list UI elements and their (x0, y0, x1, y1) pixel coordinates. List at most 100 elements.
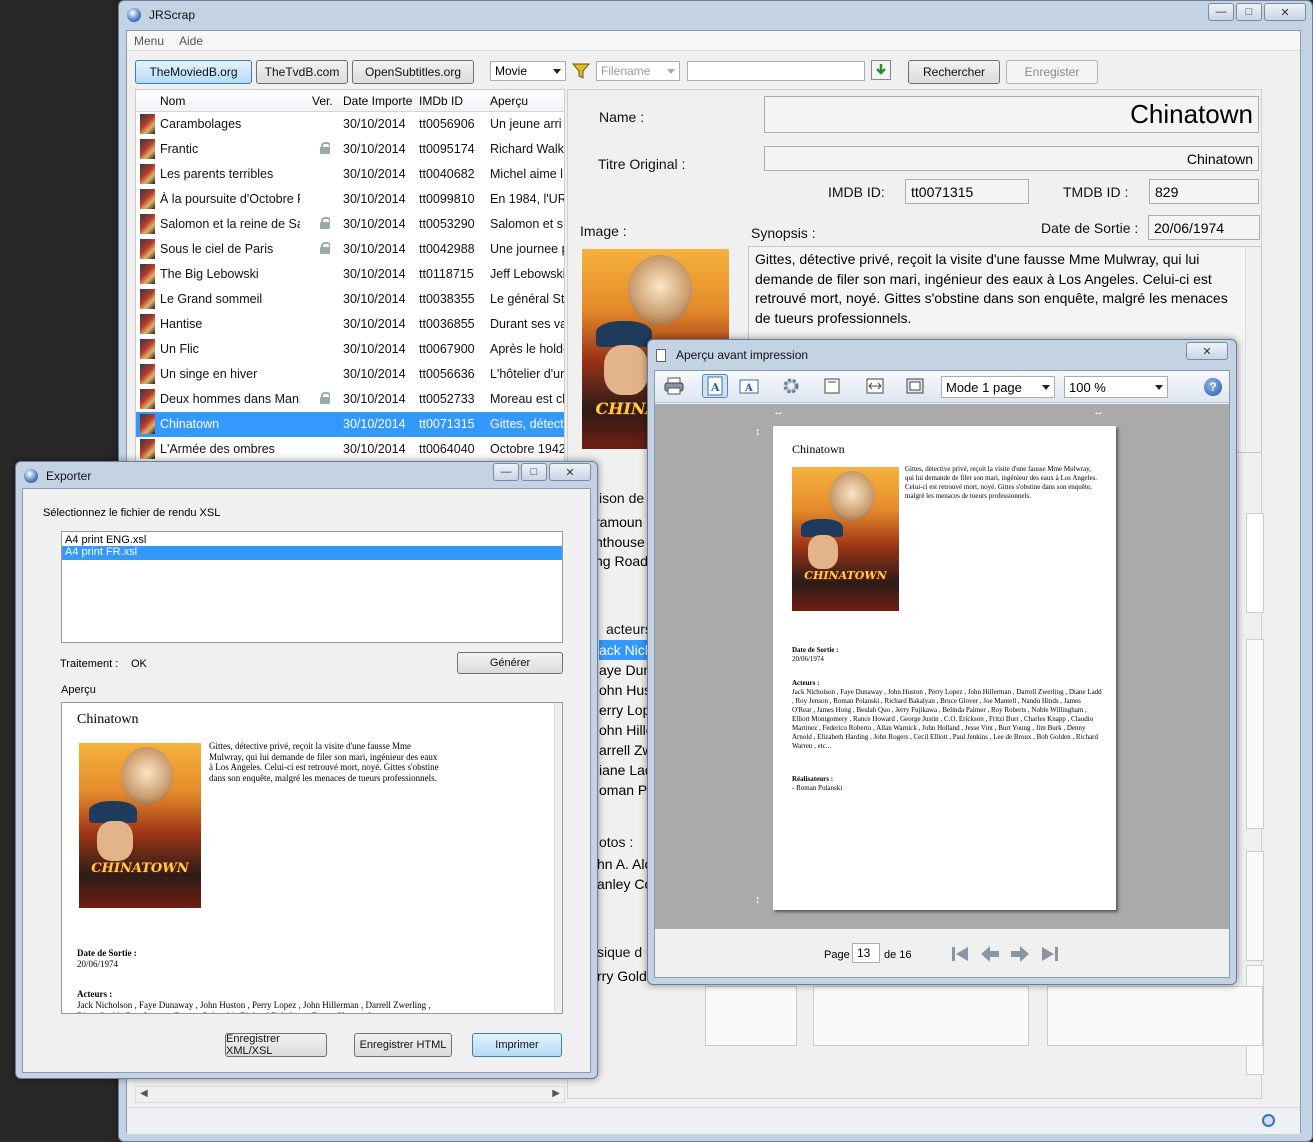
margin-handle-icon[interactable]: ↔ (773, 406, 784, 418)
col-imdb[interactable]: IMDb ID (419, 94, 463, 108)
tab-thetvdb[interactable]: TheTvdB.com (256, 60, 348, 84)
exporter-icon (24, 469, 38, 483)
export-preview-pane[interactable]: Chinatown CHINATOWN Gittes, détective pr… (61, 702, 563, 1014)
save-xml-xsl-button[interactable]: Enregistrer XML/XSL (225, 1033, 327, 1057)
previous-page-icon[interactable] (979, 943, 1001, 965)
release-date-field[interactable]: 20/06/1974 (1148, 215, 1260, 240)
imdb-label: IMDB ID: (828, 184, 885, 200)
col-apercu[interactable]: Aperçu (490, 94, 528, 108)
original-title-field[interactable]: Chinatown (764, 146, 1259, 171)
margin-handle-icon[interactable]: ↔ (1093, 406, 1104, 418)
side-list-right[interactable] (1246, 513, 1264, 613)
image-slot[interactable] (1047, 986, 1263, 1046)
table-row[interactable]: Hantise 30/10/2014 tt0036855 Durant ses va (136, 312, 564, 337)
download-arrow-icon[interactable] (871, 60, 891, 80)
portrait-page-icon[interactable]: A (702, 374, 728, 398)
print-preview-area: ↔ ↔ ↕ ↕ Chinatown CHINATOWN Gittes, déte… (655, 404, 1229, 929)
cell-apercu: Michel aime l (490, 167, 563, 181)
original-title-value: Chinatown (1186, 150, 1253, 167)
settings-gear-icon[interactable] (778, 374, 804, 398)
tab-themoviedb[interactable]: TheMoviedB.org (135, 60, 252, 84)
image-slot[interactable] (1246, 851, 1264, 961)
table-row[interactable]: Carambolages 30/10/2014 tt0056906 Un jeune … (136, 112, 564, 137)
page-number-input[interactable]: 13 (852, 943, 880, 963)
exporter-minimize-button[interactable]: — (493, 463, 519, 481)
generate-button[interactable]: Générer (457, 652, 563, 674)
page-mode-select[interactable]: Mode 1 page (941, 376, 1055, 398)
col-nom[interactable]: Nom (160, 94, 185, 108)
exporter-close-button[interactable]: ✕ (549, 463, 591, 481)
movie-thumbnail (140, 314, 155, 334)
tmdb-label: TMDB ID : (1063, 184, 1129, 200)
svg-text:A: A (710, 381, 720, 394)
menu-item-menu[interactable]: Menu (134, 34, 164, 48)
full-page-icon[interactable] (902, 374, 928, 398)
table-row[interactable]: Les parents terribles 30/10/2014 tt0040682… (136, 162, 564, 187)
help-icon[interactable]: ? (1204, 378, 1222, 396)
fit-page-icon[interactable] (819, 374, 845, 398)
search-input[interactable] (687, 61, 865, 81)
cell-apercu: Un jeune arri (490, 117, 562, 131)
table-row[interactable]: L'Armée des ombres 30/10/2014 tt0064040 Oct… (136, 437, 564, 462)
filter-icon[interactable] (571, 61, 591, 81)
table-row[interactable]: Frantic 30/10/2014 tt0095174 Richard Walk (136, 137, 564, 162)
scroll-right-icon[interactable]: ▶ (552, 1088, 560, 1099)
table-row[interactable]: The Big Lebowski 30/10/2014 tt0118715 Jeff … (136, 262, 564, 287)
save-button[interactable]: Enregister (1006, 60, 1098, 84)
tmdb-field[interactable]: 829 (1149, 179, 1259, 204)
table-row[interactable]: Salomon et la reine de Sab 30/10/2014 tt00… (136, 212, 564, 237)
image-slot[interactable] (1246, 639, 1264, 829)
minimize-button[interactable]: — (1208, 3, 1234, 21)
print-preview-titlebar[interactable]: Aperçu avant impression (648, 340, 1236, 370)
print-icon[interactable] (661, 374, 687, 398)
status-label: Traitement : (60, 658, 119, 670)
movie-list: Nom Ver. Date Importe IMDb ID Aperçu Car… (135, 89, 565, 463)
image-slot[interactable] (813, 986, 1029, 1046)
print-button[interactable]: Imprimer (472, 1033, 562, 1057)
exporter-maximize-button[interactable]: □ (521, 463, 547, 481)
col-version[interactable]: Ver. (312, 94, 333, 108)
tab-opensubtitles[interactable]: OpenSubtitles.org (352, 60, 474, 84)
margin-handle-icon[interactable]: ↕ (755, 426, 761, 438)
music-section-label: sique d (597, 944, 643, 960)
horizontal-scrollbar[interactable]: ◀ ▶ (135, 1086, 565, 1103)
table-row[interactable]: Un Flic 30/10/2014 tt0067900 Après le hold- (136, 337, 564, 362)
landscape-page-icon[interactable]: A (736, 374, 762, 398)
synopsis-scrollbar[interactable] (1245, 247, 1261, 452)
type-select[interactable]: Movie (490, 61, 566, 81)
name-field[interactable]: Chinatown (764, 96, 1259, 133)
table-row[interactable]: Sous le ciel de Paris 30/10/2014 tt0042988… (136, 237, 564, 262)
xsl-file-item-selected[interactable]: A4 print FR.xsl (62, 546, 562, 560)
print-preview-close-button[interactable]: ✕ (1186, 342, 1228, 360)
save-html-button[interactable]: Enregistrer HTML (354, 1033, 452, 1057)
cell-name: Hantise (160, 317, 203, 331)
table-row[interactable]: Deux hommes dans Manha 30/10/2014 tt005273… (136, 387, 564, 412)
table-row[interactable]: Un singe en hiver 30/10/2014 tt0056636 L'hô… (136, 362, 564, 387)
table-row[interactable]: Le Grand sommeil 30/10/2014 tt0038355 Le gé… (136, 287, 564, 312)
col-date[interactable]: Date Importe (343, 94, 412, 108)
page-nav-bar: Page 13 de 16 (655, 929, 1229, 977)
first-page-icon[interactable] (949, 943, 971, 965)
maximize-button[interactable]: □ (1236, 3, 1262, 21)
scroll-left-icon[interactable]: ◀ (140, 1088, 148, 1099)
last-page-icon[interactable] (1039, 943, 1061, 965)
menu-item-aide[interactable]: Aide (179, 34, 203, 48)
actor-item[interactable]: ack Nich (599, 640, 654, 660)
margin-handle-icon[interactable]: ↕ (755, 894, 761, 906)
next-page-icon[interactable] (1009, 943, 1031, 965)
xsl-file-item[interactable]: A4 print ENG.xsl (62, 532, 562, 546)
close-button[interactable]: ✕ (1264, 3, 1306, 21)
zoom-select[interactable]: 100 % (1064, 376, 1168, 398)
fit-width-icon[interactable] (862, 374, 888, 398)
filename-select[interactable]: Filename (596, 61, 680, 81)
image-slot[interactable] (705, 986, 797, 1046)
table-row[interactable]: À la poursuite d'Octobre R 30/10/2014 tt00… (136, 187, 564, 212)
xsl-file-list[interactable]: A4 print ENG.xsl A4 print FR.xsl (61, 531, 563, 643)
export-preview-scrollbar[interactable] (554, 703, 562, 1013)
imdb-field[interactable]: tt0071315 (905, 179, 1029, 204)
movie-thumbnail (140, 339, 155, 359)
search-button[interactable]: Rechercher (908, 60, 1000, 84)
actors-section-label: acteurs (606, 621, 652, 637)
main-titlebar[interactable]: JRScrap (119, 1, 1312, 29)
table-row[interactable]: Chinatown 30/10/2014 tt0071315 Gittes, déte… (136, 412, 564, 437)
